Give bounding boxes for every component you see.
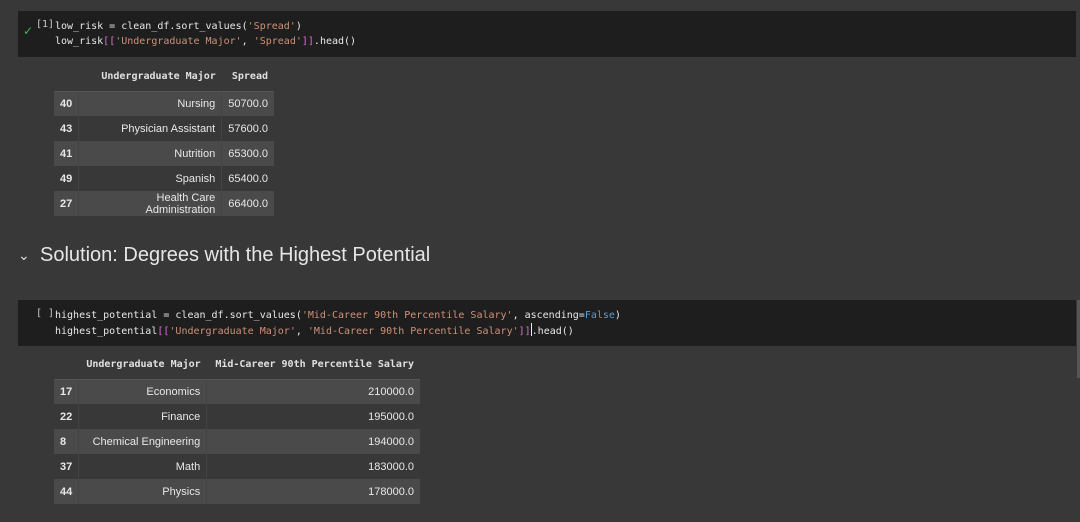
table-row: 41 Nutrition 65300.0 [54,141,274,166]
value-cell: 50700.0 [221,91,274,116]
section-title: Solution: Degrees with the Highest Poten… [40,244,431,266]
table-row: 40 Nursing 50700.0 [54,91,274,116]
row-index: 43 [54,116,79,141]
row-index: 40 [54,91,79,116]
execution-count[interactable]: [ ] [18,300,54,319]
value-cell: 195000.0 [206,404,420,429]
row-index: 17 [54,379,79,404]
output-table-low-risk: Undergraduate Major Spread 40 Nursing 50… [54,63,274,216]
major-cell: Math [78,454,207,479]
row-index: 8 [54,429,79,454]
execution-count[interactable]: [1] [18,11,54,30]
table-row: 43 Physician Assistant 57600.0 [54,116,274,141]
table-row: 37 Math 183000.0 [54,454,420,479]
table-row: 8 Chemical Engineering 194000.0 [54,429,420,454]
value-cell: 194000.0 [206,429,420,454]
major-cell: Chemical Engineering [78,429,207,454]
row-index: 49 [54,166,79,191]
row-index: 27 [54,191,79,216]
code-cell-1[interactable]: ✓ [1] low_risk = clean_df.sort_values('S… [18,11,1076,57]
table-row: 27 Health Care Administration 66400.0 [54,191,274,216]
major-cell: Economics [78,379,207,404]
value-cell: 65300.0 [221,141,274,166]
code-editor[interactable]: low_risk = clean_df.sort_values('Spread'… [55,19,356,49]
column-header-major: Undergraduate Major [78,351,207,380]
row-index: 41 [54,141,79,166]
column-header-major: Undergraduate Major [78,63,222,92]
major-cell: Nursing [78,91,222,116]
value-cell: 57600.0 [221,116,274,141]
table-row: 49 Spanish 65400.0 [54,166,274,191]
major-cell: Finance [78,404,207,429]
row-index: 22 [54,404,79,429]
value-cell: 178000.0 [206,479,420,504]
column-header-spread: Spread [221,63,274,92]
major-cell: Health Care Administration [78,191,222,216]
table-row: 22 Finance 195000.0 [54,404,420,429]
major-cell: Physician Assistant [78,116,222,141]
index-header [54,63,79,92]
row-index: 37 [54,454,79,479]
row-index: 44 [54,479,79,504]
table-row: 44 Physics 178000.0 [54,479,420,504]
table-row: 17 Economics 210000.0 [54,379,420,404]
value-cell: 183000.0 [206,454,420,479]
output-table-highest-potential: Undergraduate Major Mid-Career 90th Perc… [54,351,420,504]
value-cell: 65400.0 [221,166,274,191]
major-cell: Spanish [78,166,222,191]
chevron-down-icon[interactable]: ⌄ [18,248,40,264]
value-cell: 66400.0 [221,191,274,216]
major-cell: Nutrition [78,141,222,166]
code-editor[interactable]: highest_potential = clean_df.sort_values… [55,308,621,339]
index-header [54,351,79,380]
code-cell-2[interactable]: [ ] highest_potential = clean_df.sort_va… [18,300,1076,346]
major-cell: Physics [78,479,207,504]
value-cell: 210000.0 [206,379,420,404]
column-header-salary: Mid-Career 90th Percentile Salary [206,351,420,380]
section-heading[interactable]: ⌄ Solution: Degrees with the Highest Pot… [18,244,430,267]
